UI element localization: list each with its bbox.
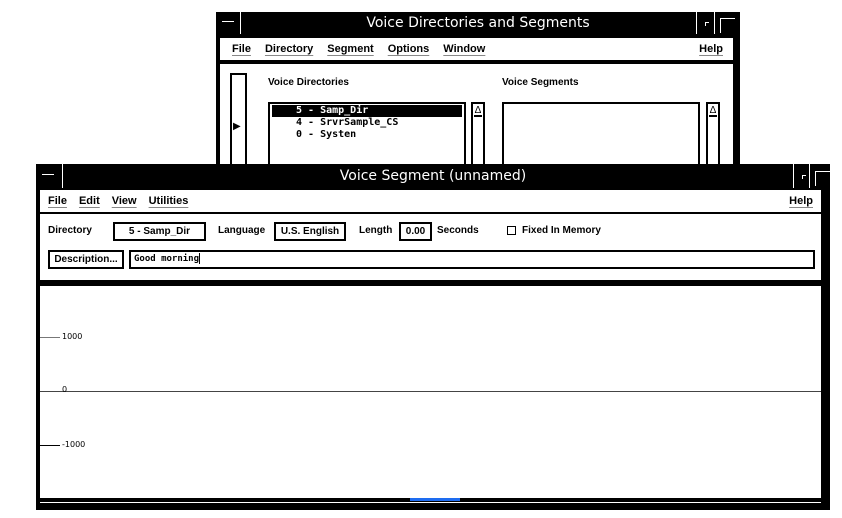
voice-segments-label: Voice Segments [502,77,579,88]
minimize-icon[interactable] [700,16,712,30]
maximize-icon[interactable] [716,15,736,33]
horizontal-scrollbar[interactable] [40,498,821,501]
list-item[interactable]: 5 - Samp_Dir [272,105,462,117]
length-field[interactable]: 0.00 [399,222,432,241]
menu-directory[interactable]: Directory [265,43,313,55]
separator [696,12,697,34]
menu-file[interactable]: File [232,43,251,55]
system-menu-icon[interactable] [218,15,240,31]
tick-label-minus-1000: -1000 [62,440,86,449]
directory-field[interactable]: 5 - Samp_Dir [113,222,206,241]
tick-1000 [40,337,60,338]
separator [793,164,794,188]
separator [62,164,63,188]
tick-label-0: 0 [62,385,68,394]
directories-list[interactable]: 5 - Samp_Dir 4 - SrvrSample_CS 0 - Syste… [268,102,466,172]
arrow-right-icon[interactable]: ▶ [233,121,241,132]
directories-client: ▶ Voice Directories Voice Segments 5 - S… [220,64,733,173]
frame-line [40,502,821,503]
window-title: Voice Segment (unnamed) [339,168,527,184]
waveform-area[interactable]: 1000 0 -1000 [40,284,821,498]
voice-segment-window: Voice Segment (unnamed) File Edit View U… [36,164,830,510]
description-button[interactable]: Description... [48,250,124,269]
minimize-icon[interactable] [797,169,809,183]
menu-help[interactable]: Help [699,43,723,55]
menu-file[interactable]: File [48,195,67,207]
directories-scrollbar[interactable]: Δ [471,102,485,172]
language-field[interactable]: U.S. English [274,222,346,241]
system-menu-icon[interactable] [38,168,60,184]
text-cursor [199,253,201,264]
window-title: Voice Directories and Segments [366,15,590,31]
voice-directories-label: Voice Directories [268,77,349,88]
menu-options[interactable]: Options [388,43,430,55]
fixed-in-memory-label[interactable]: Fixed In Memory [522,225,601,236]
menu-bar: File Edit View Utilities Help [40,190,821,212]
side-panel[interactable]: ▶ [230,73,247,173]
title-bar[interactable]: Voice Directories and Segments [216,12,740,34]
seconds-label: Seconds [437,225,479,236]
separator [240,12,241,34]
maximize-icon[interactable] [811,168,831,186]
tick-minus-1000 [40,445,60,446]
scroll-up-icon[interactable]: Δ [474,105,482,117]
segments-scrollbar[interactable]: Δ [706,102,720,172]
separator [714,12,715,34]
description-text: Good morning [134,254,200,264]
zero-line [40,391,821,392]
menu-segment[interactable]: Segment [327,43,373,55]
segments-list[interactable] [502,102,700,172]
voice-directories-window: Voice Directories and Segments File Dire… [216,12,740,173]
list-item[interactable]: 4 - SrvrSample_CS [272,117,462,129]
menu-edit[interactable]: Edit [79,195,100,207]
title-bar[interactable]: Voice Segment (unnamed) [36,164,830,188]
description-input[interactable]: Good morning [129,250,815,269]
language-label: Language [218,225,266,236]
menu-utilities[interactable]: Utilities [149,195,189,207]
menu-help[interactable]: Help [789,195,813,207]
segment-properties: Directory 5 - Samp_Dir Language U.S. Eng… [40,214,821,280]
list-item[interactable]: 0 - Systen [272,129,462,141]
fixed-in-memory-checkbox[interactable] [507,226,516,235]
menu-bar: File Directory Segment Options Window He… [220,38,733,60]
scroll-thumb[interactable] [410,498,460,501]
menu-view[interactable]: View [112,195,137,207]
separator [809,164,810,188]
tick-label-1000: 1000 [62,332,83,341]
length-label: Length [359,225,393,236]
scroll-up-icon[interactable]: Δ [709,105,717,117]
directory-label: Directory [48,225,92,236]
menu-window[interactable]: Window [443,43,485,55]
